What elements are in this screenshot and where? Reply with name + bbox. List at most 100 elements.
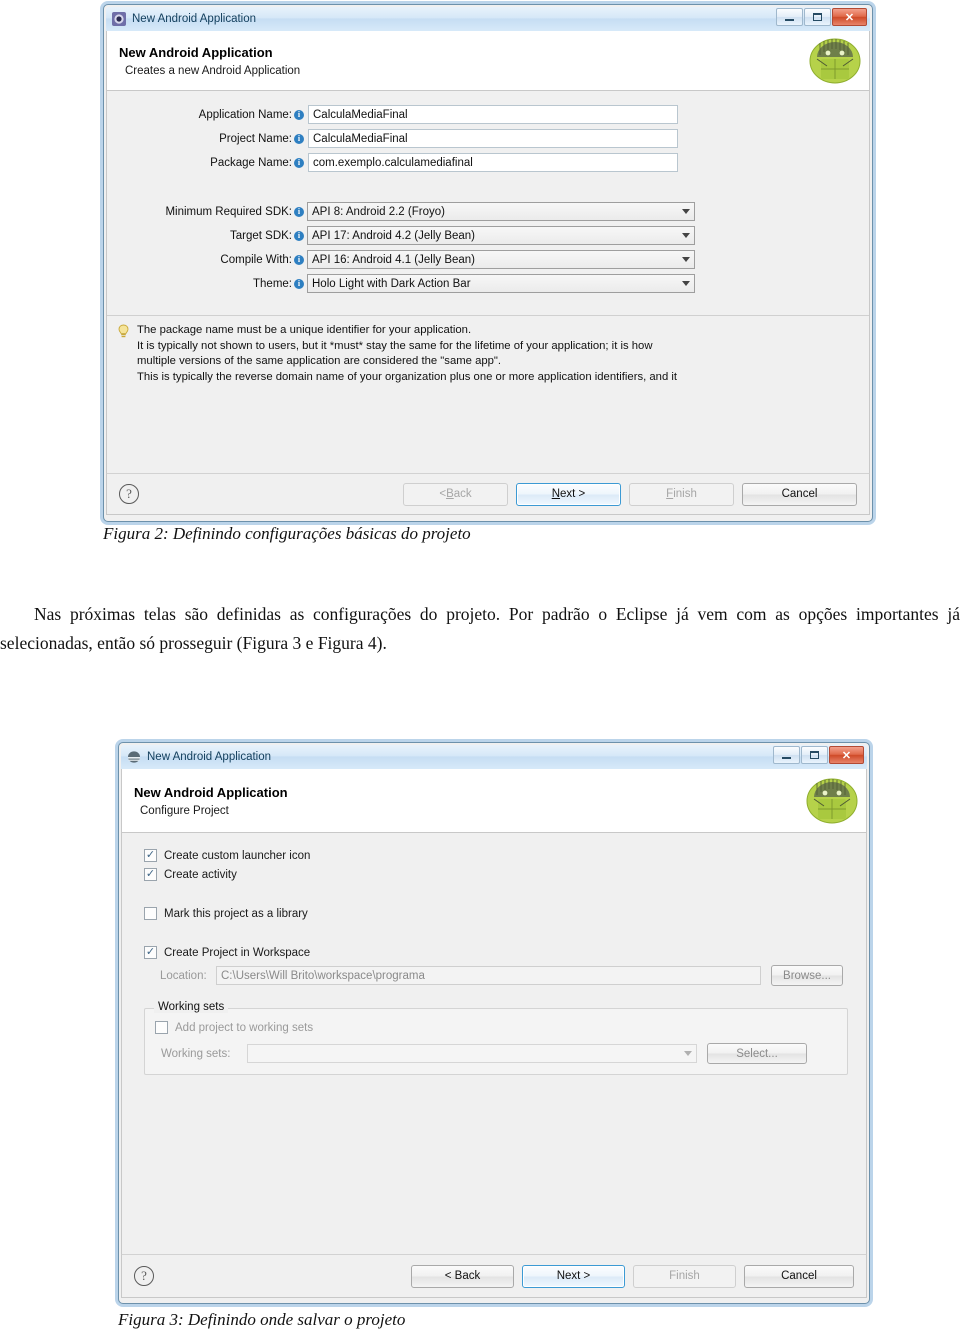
info-icon[interactable]: i: [294, 133, 304, 144]
checkbox-icon[interactable]: [144, 868, 157, 881]
checkbox-icon[interactable]: [144, 946, 157, 959]
maximize-button[interactable]: [801, 746, 828, 764]
package-name-help-panel: The package name must be a unique identi…: [107, 315, 869, 385]
dialog2-header-title: New Android Application: [134, 784, 288, 800]
location-input[interactable]: C:\Users\Will Brito\workspace\programa: [216, 966, 761, 985]
checkbox-label: Add project to working sets: [175, 1021, 314, 1034]
theme-select[interactable]: Holo Light with Dark Action Bar: [307, 274, 695, 293]
package-name-label: Package Name:: [210, 156, 292, 169]
info-icon[interactable]: i: [294, 230, 304, 241]
help-line: The package name must be a unique identi…: [137, 324, 472, 336]
info-icon[interactable]: i: [294, 206, 304, 217]
compile-with-select[interactable]: API 16: Android 4.1 (Jelly Bean): [307, 250, 695, 269]
dialog2-window-controls: ✕: [773, 746, 864, 764]
checkbox-icon[interactable]: [144, 849, 157, 862]
next-button[interactable]: Next >: [516, 482, 621, 506]
minimize-icon: [785, 18, 794, 21]
dialog1-titlebar[interactable]: New Android Application ✕: [106, 7, 870, 31]
project-name-input[interactable]: CalculaMediaFinal: [308, 129, 678, 148]
info-icon[interactable]: i: [294, 109, 304, 120]
dialog2-header-texts: New Android Application Configure Projec…: [134, 785, 806, 817]
dialog2-footer: ? < Back Next > Finish Cancel: [121, 1254, 867, 1298]
chevron-down-icon: [682, 233, 690, 238]
next-rest: ext >: [560, 488, 586, 500]
cancel-button[interactable]: Cancel: [744, 1264, 854, 1288]
dialog1-header-subtitle: Creates a new Android Application: [125, 64, 301, 77]
figure2-caption: Figura 2: Definindo configurações básica…: [103, 524, 471, 543]
maximize-icon: [813, 13, 822, 21]
chevron-down-icon: [684, 1051, 692, 1056]
cancel-button[interactable]: Cancel: [742, 482, 857, 506]
dialog1-window-controls: ✕: [776, 8, 867, 26]
select-working-sets-button[interactable]: Select...: [707, 1043, 807, 1064]
working-sets-row: Working sets: Select...: [155, 1043, 837, 1064]
dialog2-header-subtitle: Configure Project: [140, 804, 229, 817]
checkbox-icon[interactable]: [144, 907, 157, 920]
next-mnemonic: N: [551, 488, 561, 500]
dialog1-header: New Android Application Creates a new An…: [106, 31, 870, 91]
dialog1-footer: ? < Back Next > Finish Cancel: [106, 473, 870, 515]
theme-label: Theme:: [253, 277, 292, 290]
android-robot-icon: [809, 35, 861, 87]
minimize-button[interactable]: [776, 8, 803, 26]
figure3-caption: Figura 3: Definindo onde salvar o projet…: [118, 1310, 406, 1329]
finish-button: Finish: [629, 482, 734, 506]
target-sdk-select[interactable]: API 17: Android 4.2 (Jelly Bean): [307, 226, 695, 245]
help-line: It is typically not shown to users, but …: [137, 339, 653, 352]
info-icon[interactable]: i: [294, 157, 304, 168]
checkbox-create-custom-launcher-icon[interactable]: Create custom launcher icon: [144, 849, 848, 862]
back-button: < Back: [403, 482, 508, 506]
working-sets-group: Working sets Add project to working sets…: [144, 1001, 848, 1075]
compile-with-label: Compile With:: [220, 253, 292, 266]
footer-separator: [122, 1254, 866, 1255]
package-name-input[interactable]: com.exemplo.calculamediafinal: [308, 153, 678, 172]
help-button[interactable]: ?: [134, 1266, 154, 1286]
field-row-application-name: Application Name: i CalculaMediaFinal: [107, 105, 869, 124]
finish-button: Finish: [633, 1264, 736, 1288]
next-button[interactable]: Next >: [522, 1264, 625, 1288]
dialog2-titlebar[interactable]: New Android Application ✕: [121, 745, 867, 769]
eclipse-wizard-icon: [127, 750, 141, 764]
close-button[interactable]: ✕: [829, 746, 864, 764]
field-row-theme: Theme: i Holo Light with Dark Action Bar: [107, 274, 869, 293]
field-row-package-name: Package Name: i com.exemplo.calculamedia…: [107, 153, 869, 172]
checkbox-mark-project-as-library[interactable]: Mark this project as a library: [144, 907, 848, 920]
help-button[interactable]: ?: [119, 484, 139, 504]
application-name-input[interactable]: CalculaMediaFinal: [308, 105, 678, 124]
checkbox-add-project-to-working-sets[interactable]: Add project to working sets: [155, 1021, 837, 1034]
lightbulb-icon: [117, 324, 130, 339]
body-paragraph: Nas próximas telas são definidas as conf…: [0, 600, 960, 658]
back-button[interactable]: < Back: [411, 1264, 514, 1288]
working-sets-group-title: Working sets: [154, 1001, 229, 1013]
dialog2-header: New Android Application Configure Projec…: [121, 769, 867, 833]
info-icon[interactable]: i: [294, 254, 304, 265]
minimize-button[interactable]: [773, 746, 800, 764]
working-sets-select[interactable]: [247, 1044, 697, 1063]
eclipse-wizard-icon: [112, 12, 126, 26]
location-row: Location: C:\Users\Will Brito\workspace\…: [144, 965, 848, 986]
minimum-sdk-value: API 8: Android 2.2 (Froyo): [312, 205, 445, 218]
dialog1-text-fields: Application Name: i CalculaMediaFinal Pr…: [107, 105, 869, 172]
browse-button[interactable]: Browse...: [771, 965, 843, 986]
checkbox-create-project-in-workspace[interactable]: Create Project in Workspace: [144, 946, 848, 959]
checkbox-label: Create custom launcher icon: [164, 849, 311, 862]
footer-separator: [107, 473, 869, 474]
dialog1-combo-fields: Minimum Required SDK: i API 8: Android 2…: [107, 202, 869, 293]
checkbox-label: Mark this project as a library: [164, 907, 308, 920]
checkbox-label: Create Project in Workspace: [164, 946, 311, 959]
working-sets-label: Working sets:: [161, 1047, 231, 1060]
dialog-new-android-application-basic: New Android Application ✕ New Android Ap…: [103, 4, 873, 522]
theme-value: Holo Light with Dark Action Bar: [312, 277, 471, 290]
minimum-sdk-select[interactable]: API 8: Android 2.2 (Froyo): [307, 202, 695, 221]
dialog1-header-title: New Android Application: [119, 44, 273, 60]
close-button[interactable]: ✕: [832, 8, 867, 26]
field-row-minimum-sdk: Minimum Required SDK: i API 8: Android 2…: [107, 202, 869, 221]
project-name-label: Project Name:: [219, 132, 292, 145]
compile-with-value: API 16: Android 4.1 (Jelly Bean): [312, 253, 476, 266]
help-line: multiple versions of the same applicatio…: [137, 355, 502, 368]
dialog-new-android-application-configure: New Android Application ✕ New Android Ap…: [118, 742, 870, 1304]
checkbox-icon[interactable]: [155, 1021, 168, 1034]
checkbox-create-activity[interactable]: Create activity: [144, 868, 848, 881]
maximize-button[interactable]: [804, 8, 831, 26]
info-icon[interactable]: i: [294, 278, 304, 289]
